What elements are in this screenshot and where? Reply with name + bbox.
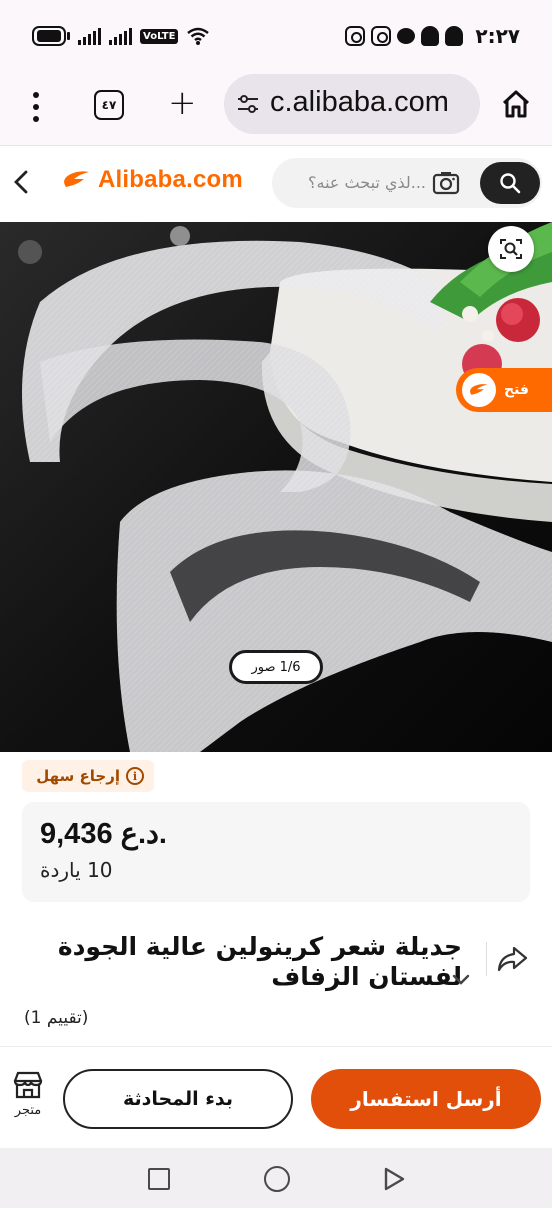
- home-circle-icon[interactable]: [264, 1166, 290, 1192]
- tabs-icon[interactable]: ٤٧: [94, 90, 124, 120]
- back-triangle-icon[interactable]: [382, 1166, 406, 1192]
- alibaba-app-icon: [462, 373, 496, 407]
- rating-count[interactable]: (تقييم 1): [24, 1008, 88, 1028]
- price-card: 9,436 د.ع. 10 ياردة: [22, 802, 530, 902]
- info-icon: i: [126, 767, 144, 785]
- back-chevron-icon[interactable]: [10, 168, 34, 196]
- search-placeholder: ...لذي تبحث عنه؟: [308, 173, 426, 192]
- start-chat-button[interactable]: بدء المحادثة: [63, 1069, 293, 1129]
- battery-cap: [67, 32, 70, 40]
- price-unit: 10 ياردة: [40, 858, 113, 882]
- site-header: Alibaba.com ...لذي تبحث عنه؟: [0, 146, 552, 222]
- divider: [486, 942, 487, 976]
- snapchat-icon: [445, 26, 464, 46]
- status-bar: VoLTE ٢:٢٧: [0, 0, 552, 74]
- home-icon[interactable]: [500, 88, 532, 120]
- snapchat-icon: [421, 26, 440, 46]
- search-input[interactable]: ...لذي تبحث عنه؟: [272, 158, 542, 208]
- menu-dots-icon[interactable]: [30, 92, 42, 122]
- messenger-icon: [397, 28, 416, 44]
- url-text: c.alibaba.com: [270, 86, 449, 118]
- wifi-icon: [187, 27, 210, 45]
- image-search-button[interactable]: [488, 226, 534, 272]
- plus-icon[interactable]: +: [168, 86, 197, 120]
- signal-icon: [78, 27, 101, 45]
- search-icon: [500, 173, 521, 194]
- browser-toolbar: ٤٧ + c.alibaba.com: [0, 74, 552, 146]
- easy-return-label: إرجاع سهل: [36, 767, 120, 785]
- search-button[interactable]: [480, 162, 540, 204]
- alibaba-logo-icon: [64, 171, 89, 187]
- recents-icon[interactable]: [148, 1168, 170, 1190]
- share-icon[interactable]: [496, 944, 528, 974]
- instagram-icon: [371, 26, 392, 46]
- easy-return-badge[interactable]: إرجاع سهل i: [22, 760, 154, 792]
- battery-icon: [32, 26, 66, 46]
- volte-icon: VoLTE: [140, 28, 179, 44]
- site-settings-icon[interactable]: [236, 92, 260, 116]
- product-image-gallery[interactable]: فتح 1/6 صور: [0, 222, 552, 752]
- status-right: ٢:٢٧: [345, 24, 520, 48]
- address-bar[interactable]: c.alibaba.com: [224, 74, 480, 134]
- store-button[interactable]: متجر: [8, 1071, 48, 1127]
- instagram-icon: [345, 26, 366, 46]
- brand-logo[interactable]: Alibaba.com: [60, 166, 243, 194]
- chevron-down-icon[interactable]: [450, 970, 472, 990]
- status-left: VoLTE: [32, 26, 210, 46]
- photo-counter[interactable]: 1/6 صور: [229, 650, 323, 684]
- clock: ٢:٢٧: [475, 24, 520, 48]
- store-icon: [13, 1071, 43, 1099]
- bottom-action-bar: متجر بدء المحادثة أرسل استفسار: [0, 1046, 552, 1148]
- price-value: 9,436 د.ع.: [40, 818, 167, 850]
- camera-icon[interactable]: [432, 170, 460, 196]
- system-nav-bar: [0, 1148, 552, 1208]
- brand-name: Alibaba.com: [98, 166, 243, 193]
- open-in-app-button[interactable]: فتح: [456, 368, 552, 412]
- store-label: متجر: [14, 1103, 42, 1118]
- send-inquiry-button[interactable]: أرسل استفسار: [311, 1069, 541, 1129]
- image-search-icon: [500, 239, 522, 259]
- open-in-app-label: فتح: [504, 382, 529, 398]
- signal-icon: [109, 27, 132, 45]
- product-title: جديلة شعر كرينولين عالية الجودة لفستان ا…: [57, 932, 462, 991]
